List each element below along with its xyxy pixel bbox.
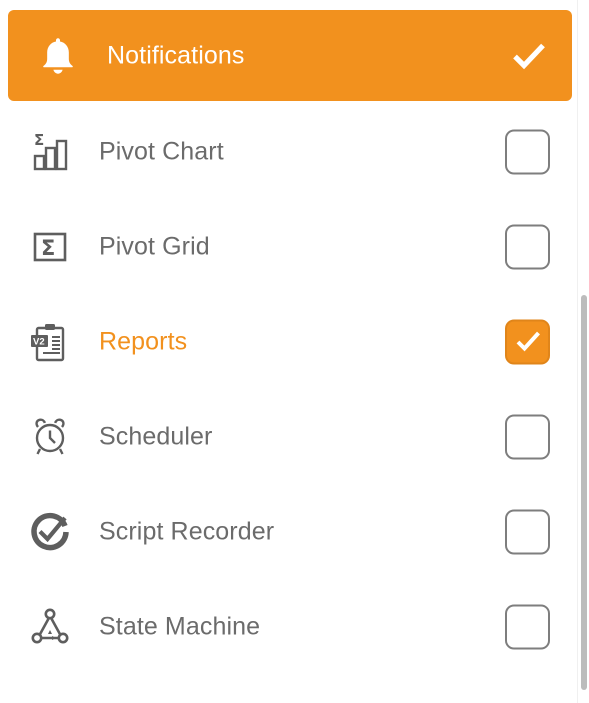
list-item-label: Notifications — [107, 41, 245, 69]
check-circle-pen-icon — [22, 504, 78, 560]
checkmark-icon[interactable] — [507, 34, 551, 78]
svg-text:Σ: Σ — [34, 131, 44, 149]
list-item-state-machine[interactable]: State Machine — [0, 579, 589, 674]
bell-icon — [30, 28, 86, 84]
list-item-label: Scheduler — [99, 422, 213, 450]
sigma-bar-chart-icon: Σ — [22, 124, 78, 180]
list-item-label: State Machine — [99, 612, 261, 640]
list-item-reports[interactable]: V2 Reports — [0, 294, 589, 389]
list-item-pivot-grid[interactable]: Σ Pivot Grid — [0, 199, 589, 294]
list-item-script-recorder[interactable]: Script Recorder — [0, 484, 589, 579]
clipboard-v2-icon: V2 — [22, 314, 78, 370]
vertical-scrollbar-thumb[interactable] — [581, 295, 587, 690]
checkbox-reports[interactable] — [505, 319, 550, 364]
checkbox-script-recorder[interactable] — [505, 509, 550, 554]
state-machine-icon — [22, 599, 78, 655]
list-item-pivot-chart[interactable]: Σ Pivot Chart — [0, 104, 589, 199]
checkbox-scheduler[interactable] — [505, 414, 550, 459]
list-item-notifications[interactable]: Notifications — [8, 10, 572, 101]
vertical-scrollbar-track[interactable] — [577, 0, 589, 703]
svg-text:Σ: Σ — [41, 236, 55, 260]
list-item-label: Pivot Chart — [99, 137, 224, 165]
list-item-label: Reports — [99, 327, 188, 355]
alarm-clock-icon — [22, 409, 78, 465]
checkbox-pivot-grid[interactable] — [505, 224, 550, 269]
list-item-label: Pivot Grid — [99, 232, 210, 260]
list-item-label: Script Recorder — [99, 517, 275, 545]
checkbox-state-machine[interactable] — [505, 604, 550, 649]
list-item-scheduler[interactable]: Scheduler — [0, 389, 589, 484]
svg-text:V2: V2 — [33, 336, 45, 347]
checkbox-pivot-chart[interactable] — [505, 129, 550, 174]
feature-list-panel: Notifications Σ Pivot Chart Σ Pivot Grid… — [0, 0, 589, 703]
sigma-box-icon: Σ — [22, 219, 78, 275]
